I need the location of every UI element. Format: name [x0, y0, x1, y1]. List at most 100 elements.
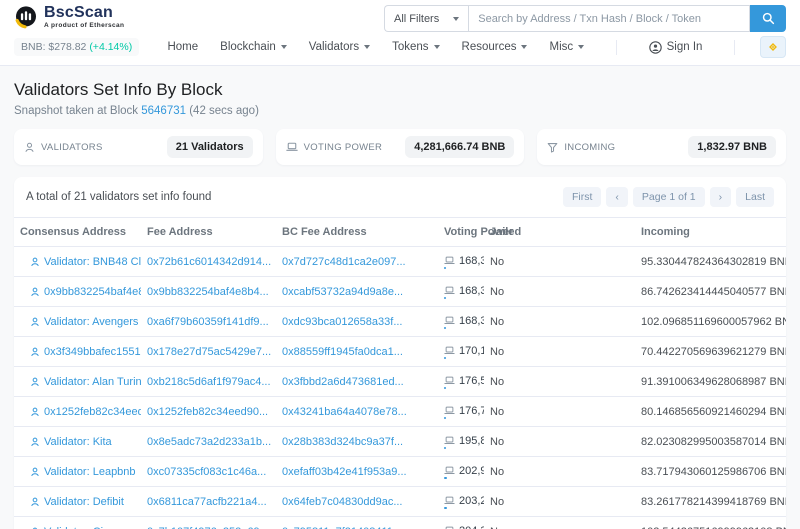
voting-power-value: 203,214.96181263 BNB [459, 494, 484, 507]
nav-item[interactable]: Home [156, 38, 209, 56]
nav-item[interactable]: Tokens [381, 38, 450, 56]
voting-power-bar-fill [444, 506, 447, 509]
consensus-address-link[interactable]: 0x3f349bbafec15518... [44, 346, 141, 358]
table-row: 0x9bb832254baf4e8... 0x9bb832254baf4e8b4… [14, 276, 786, 307]
consensus-address-link[interactable]: Validator: Avengers [44, 316, 138, 328]
bc-fee-address-link[interactable]: 0x28b383d324bc9a37f... [282, 436, 403, 448]
jailed-value: No [484, 306, 635, 337]
pagination-first-button[interactable]: First [563, 187, 602, 207]
chevron-down-icon [453, 16, 460, 21]
funnel-icon [547, 142, 558, 153]
incoming-value: 102.096851169600057962 BNB [635, 306, 786, 337]
column-header: BC Fee Address [276, 217, 438, 247]
search-filter-dropdown[interactable]: All Filters [384, 5, 469, 32]
jailed-value: No [484, 516, 635, 529]
search-bar: All Filters [384, 5, 786, 32]
fee-address-link[interactable]: 0xc07335cf083c1c46a... [147, 466, 266, 478]
bnb-diamond-icon [766, 40, 780, 54]
validator-user-icon [30, 317, 40, 327]
voting-power-bar-fill [444, 446, 447, 449]
bc-fee-address-link[interactable]: 0xcabf53732a94d9a8e... [282, 286, 403, 298]
voting-power-bar [444, 386, 478, 389]
fee-address-link[interactable]: 0x1252feb82c34eed90... [147, 406, 268, 418]
fee-address-link[interactable]: 0x72b61c6014342d914... [147, 256, 271, 268]
incoming-value: 83.261778214399418769 BNB [635, 486, 786, 517]
laptop-icon [444, 436, 455, 445]
voting-power-value: 176,565.95094903 BNB [459, 374, 484, 387]
jailed-value: No [484, 456, 635, 487]
voting-power-bar [444, 476, 478, 479]
brand-tagline: A product of Etherscan [44, 22, 125, 29]
bc-fee-address-link[interactable]: 0x7d727c48d1ca2e097... [282, 256, 406, 268]
nav-item[interactable]: Misc [538, 38, 595, 56]
fee-address-link[interactable]: 0xa6f79b60359f141df9... [147, 316, 269, 328]
bc-fee-address-link[interactable]: 0xdc93bca012658a33f... [282, 316, 403, 328]
fee-address-link[interactable]: 0x9bb832254baf4e8b4... [147, 286, 269, 298]
chevron-down-icon [433, 45, 440, 49]
validator-user-icon [30, 467, 40, 477]
jailed-value: No [484, 486, 635, 517]
column-header: Consensus Address [14, 217, 141, 247]
chevron-down-icon [578, 45, 585, 49]
voting-power-bar-fill [444, 296, 447, 299]
bnb-network-button[interactable] [759, 36, 786, 58]
fee-address-link[interactable]: 0x178e27d75ac5429e7... [147, 346, 271, 358]
validator-user-icon [30, 407, 40, 417]
bc-fee-address-link[interactable]: 0x3fbbd2a6d473681ed... [282, 376, 404, 388]
bc-fee-address-link[interactable]: 0x88559ff1945fa0dca1... [282, 346, 403, 358]
table-row: Validator: Alan Turing 0xb218c5d6af1f979… [14, 366, 786, 397]
voting-power-card-value: 4,281,666.74 BNB [405, 136, 515, 158]
pagination-prev-button[interactable]: ‹ [606, 187, 628, 207]
consensus-address-link[interactable]: 0x9bb832254baf4e8... [44, 286, 141, 298]
bnb-price-badge[interactable]: BNB: $278.82 (+4.14%) [14, 38, 140, 56]
fee-address-link[interactable]: 0xb218c5d6af1f979ac4... [147, 376, 271, 388]
pagination-current: Page 1 of 1 [632, 187, 705, 207]
consensus-address-link[interactable]: Validator: BNB48 Club [44, 256, 141, 268]
laptop-icon [285, 142, 298, 152]
bc-fee-address-link[interactable]: 0x64feb7c04830dd9ac... [282, 496, 403, 508]
snapshot-block-link[interactable]: 5646731 [141, 105, 186, 117]
summary-cards: VALIDATORS 21 Validators VOTING POWER 4,… [14, 129, 787, 165]
incoming-value: 80.146856560921460294 BNB [635, 396, 786, 427]
jailed-value: No [484, 246, 635, 277]
consensus-address-link[interactable]: 0x1252feb82c34eed... [44, 406, 141, 418]
chevron-down-icon [521, 45, 528, 49]
nav-item[interactable]: Resources [451, 38, 539, 56]
voting-power-bar-fill [444, 476, 447, 479]
jailed-value: No [484, 336, 635, 367]
voting-power-bar-fill [444, 416, 447, 419]
consensus-address-link[interactable]: Validator: Leapbnb [44, 466, 136, 478]
search-button[interactable] [750, 5, 786, 32]
laptop-icon [444, 376, 455, 385]
incoming-value: 91.391006349628068987 BNB [635, 366, 786, 397]
sign-in-button[interactable]: Sign In [639, 38, 713, 57]
validator-user-icon [30, 377, 40, 387]
validators-table: Consensus Address Fee Address BC Fee Add… [14, 217, 786, 529]
voting-power-card-label: VOTING POWER [303, 141, 383, 153]
table-row: Validator: BNB48 Club 0x72b61c6014342d91… [14, 246, 786, 277]
voting-power-bar [444, 266, 478, 269]
pagination-last-button[interactable]: Last [736, 187, 774, 207]
bc-fee-address-link[interactable]: 0xefaff03b42e41f953a9... [282, 466, 407, 478]
consensus-address-link[interactable]: Validator: Defibit [44, 496, 124, 508]
bnb-price-change: (+4.14%) [89, 41, 133, 53]
consensus-address-link[interactable]: Validator: Kita [44, 436, 112, 448]
nav-item[interactable]: Validators [298, 38, 381, 56]
fee-address-link[interactable]: 0x6811ca77acfb221a4... [147, 496, 267, 508]
bscscan-logo[interactable]: BscScan A product of Etherscan [14, 5, 124, 30]
bc-fee-address-link[interactable]: 0x795811a7f21408411... [282, 526, 402, 529]
search-input[interactable] [468, 5, 750, 32]
bc-fee-address-link[interactable]: 0x43241ba64a4078e78... [282, 406, 407, 418]
consensus-address-link[interactable]: Validator: Ciscox [44, 526, 126, 529]
incoming-card-value: 1,832.97 BNB [688, 136, 777, 158]
nav-item[interactable]: Blockchain [209, 38, 298, 56]
pagination-next-button[interactable]: › [709, 187, 732, 207]
laptop-icon [444, 286, 455, 295]
voting-power-value: 168,361.71592805 BNB [459, 314, 484, 327]
fee-address-link[interactable]: 0x8e5adc73a2d233a1b... [147, 436, 271, 448]
fee-address-link[interactable]: 0x7b107f4976a252a69... [147, 526, 269, 529]
voting-power-bar [444, 326, 478, 329]
laptop-icon [444, 466, 455, 475]
jailed-value: No [484, 366, 635, 397]
consensus-address-link[interactable]: Validator: Alan Turing [44, 376, 141, 388]
